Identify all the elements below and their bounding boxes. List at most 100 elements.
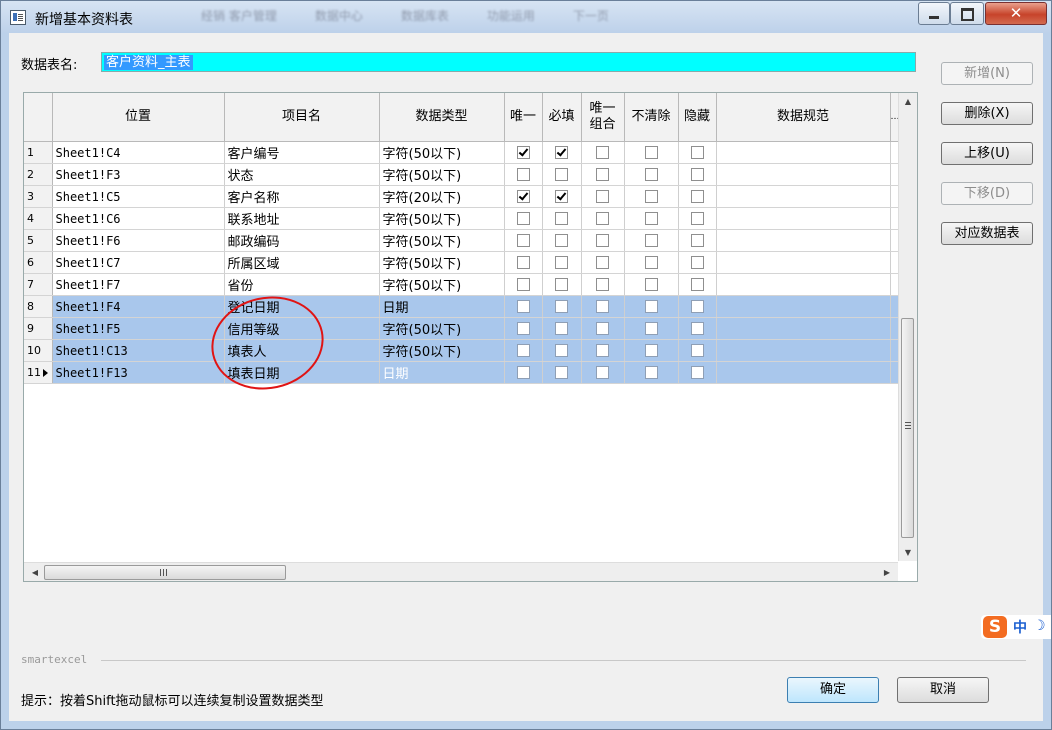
cell-data-spec[interactable] <box>716 251 891 274</box>
required-checkbox[interactable] <box>555 322 568 335</box>
ok-button[interactable]: 确定 <box>787 677 879 703</box>
cell-item-name[interactable]: 所属区域 <box>224 251 380 274</box>
moon-icon[interactable]: ☽ <box>1033 618 1046 634</box>
hidden-checkbox[interactable] <box>690 322 704 335</box>
cell-data-type[interactable]: 字符(50以下) <box>379 317 505 340</box>
cell-data-spec[interactable] <box>716 229 891 252</box>
sogou-logo-icon[interactable]: S <box>983 616 1007 638</box>
unique-checkbox[interactable] <box>516 300 530 313</box>
cell-data-type[interactable]: 字符(50以下) <box>379 207 505 230</box>
cell-item-name[interactable]: 客户名称 <box>224 185 380 208</box>
no-clear-checkbox[interactable] <box>644 212 658 225</box>
unique-checkbox[interactable] <box>516 146 530 159</box>
hidden-checkbox[interactable] <box>690 168 704 181</box>
no-clear-checkbox[interactable] <box>644 234 658 247</box>
row-number[interactable]: 3 <box>24 185 53 208</box>
table-row[interactable]: 5 Sheet1!F6 邮政编码 字符(50以下) <box>24 229 901 252</box>
no-clear-checkbox[interactable] <box>644 190 658 203</box>
unique-combo-checkbox[interactable] <box>596 322 609 335</box>
no-clear-checkbox[interactable] <box>644 344 658 357</box>
cell-data-type[interactable]: 字符(50以下) <box>379 229 505 252</box>
cell-data-spec[interactable] <box>716 163 891 186</box>
no-clear-checkbox[interactable] <box>644 366 658 379</box>
cell-data-type[interactable]: 字符(50以下) <box>379 163 505 186</box>
cell-item-name[interactable]: 状态 <box>224 163 380 186</box>
cell-data-type[interactable]: 字符(20以下) <box>379 185 505 208</box>
cell-data-type[interactable]: 日期 <box>379 361 505 384</box>
cell-data-spec[interactable] <box>716 361 891 384</box>
scroll-up-arrow-icon[interactable]: ▲ <box>899 93 917 110</box>
row-number[interactable]: 8 <box>24 295 53 318</box>
cell-item-name[interactable]: 客户编号 <box>224 141 380 164</box>
row-number[interactable]: 4 <box>24 207 53 230</box>
scroll-left-arrow-icon[interactable]: ◀ <box>26 563 44 581</box>
row-number[interactable]: 6 <box>24 251 53 274</box>
move-up-button[interactable]: 上移(U) <box>941 142 1033 165</box>
table-row[interactable]: 6 Sheet1!C7 所属区域 字符(50以下) <box>24 251 901 274</box>
required-checkbox[interactable] <box>555 366 568 379</box>
cell-position[interactable]: Sheet1!F5 <box>52 317 225 340</box>
cell-position[interactable]: Sheet1!C6 <box>52 207 225 230</box>
required-checkbox[interactable] <box>555 212 568 225</box>
table-row[interactable]: 11 Sheet1!F13 填表日期 日期 <box>24 361 901 384</box>
unique-checkbox[interactable] <box>516 344 530 357</box>
table-row[interactable]: 3 Sheet1!C5 客户名称 字符(20以下) <box>24 185 901 208</box>
required-checkbox[interactable] <box>555 300 568 313</box>
title-bar[interactable]: 新增基本资料表 经销 客户管理 数据中心 数据库表 功能运用 下一页 ✕ <box>1 1 1051 33</box>
minimize-button[interactable] <box>918 2 950 25</box>
header-data-spec[interactable]: 数据规范 <box>716 93 891 142</box>
table-name-input[interactable]: 客户资料_主表 <box>101 52 916 72</box>
ime-mode-indicator[interactable]: 中 <box>1013 617 1027 637</box>
unique-checkbox[interactable] <box>516 212 530 225</box>
table-row[interactable]: 1 Sheet1!C4 客户编号 字符(50以下) <box>24 141 901 164</box>
no-clear-checkbox[interactable] <box>644 300 658 313</box>
row-number[interactable]: 7 <box>24 273 53 296</box>
unique-checkbox[interactable] <box>516 190 530 203</box>
cell-item-name[interactable]: 邮政编码 <box>224 229 380 252</box>
cell-data-spec[interactable] <box>716 295 891 318</box>
header-no-clear[interactable]: 不清除 <box>624 93 679 142</box>
hidden-checkbox[interactable] <box>690 256 704 269</box>
unique-combo-checkbox[interactable] <box>596 256 609 269</box>
cell-data-type[interactable]: 字符(50以下) <box>379 273 505 296</box>
cell-position[interactable]: Sheet1!C13 <box>52 339 225 362</box>
cell-data-spec[interactable] <box>716 141 891 164</box>
table-row[interactable]: 2 Sheet1!F3 状态 字符(50以下) <box>24 163 901 186</box>
required-checkbox[interactable] <box>555 256 568 269</box>
unique-combo-checkbox[interactable] <box>596 366 609 379</box>
delete-button[interactable]: 删除(X) <box>941 102 1033 125</box>
scroll-down-arrow-icon[interactable]: ▼ <box>899 544 917 561</box>
cell-data-spec[interactable] <box>716 339 891 362</box>
cell-data-spec[interactable] <box>716 273 891 296</box>
required-checkbox[interactable] <box>555 344 568 357</box>
cell-data-spec[interactable] <box>716 207 891 230</box>
cell-data-type[interactable]: 日期 <box>379 295 505 318</box>
cell-position[interactable]: Sheet1!C7 <box>52 251 225 274</box>
no-clear-checkbox[interactable] <box>644 278 658 291</box>
cell-position[interactable]: Sheet1!C5 <box>52 185 225 208</box>
hidden-checkbox[interactable] <box>690 366 704 379</box>
required-checkbox[interactable] <box>555 278 568 291</box>
unique-combo-checkbox[interactable] <box>596 168 609 181</box>
unique-combo-checkbox[interactable] <box>596 278 609 291</box>
cell-data-type[interactable]: 字符(50以下) <box>379 141 505 164</box>
hidden-checkbox[interactable] <box>690 146 704 159</box>
vertical-scroll-thumb[interactable] <box>901 318 914 538</box>
row-number[interactable]: 9 <box>24 317 53 340</box>
scroll-right-arrow-icon[interactable]: ▶ <box>878 563 896 581</box>
table-row[interactable]: 8 Sheet1!F4 登记日期 日期 <box>24 295 901 318</box>
row-number[interactable]: 2 <box>24 163 53 186</box>
unique-checkbox[interactable] <box>516 234 530 247</box>
header-unique-combo[interactable]: 唯一 组合 <box>581 93 625 142</box>
unique-checkbox[interactable] <box>516 366 530 379</box>
no-clear-checkbox[interactable] <box>644 168 658 181</box>
vertical-scrollbar[interactable]: ▲ ▼ <box>898 93 917 561</box>
corner-header[interactable] <box>24 93 53 142</box>
close-button[interactable]: ✕ <box>985 2 1047 25</box>
cell-data-type[interactable]: 字符(50以下) <box>379 339 505 362</box>
cell-data-spec[interactable] <box>716 185 891 208</box>
hidden-checkbox[interactable] <box>690 212 704 225</box>
hidden-checkbox[interactable] <box>690 278 704 291</box>
cell-item-name[interactable]: 登记日期 <box>224 295 380 318</box>
table-row[interactable]: 10 Sheet1!C13 填表人 字符(50以下) <box>24 339 901 362</box>
